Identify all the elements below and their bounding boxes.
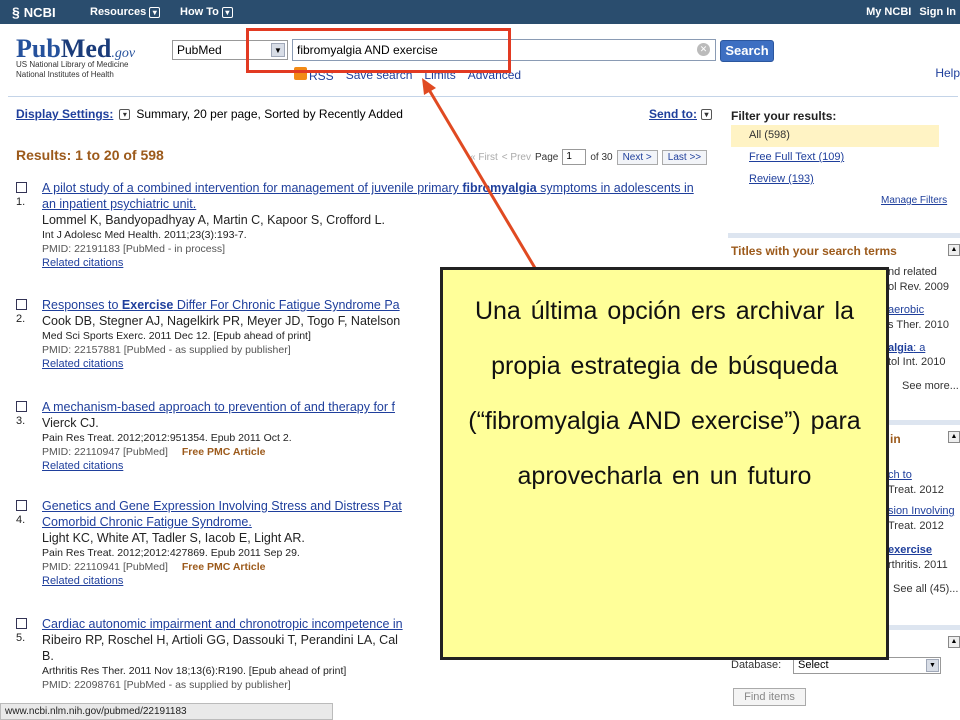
browser-status-bar: www.ncbi.nlm.nih.gov/pubmed/22191183 <box>0 703 333 720</box>
find-items-button[interactable]: Find items <box>733 688 806 706</box>
my-ncbi-link[interactable]: My NCBI <box>866 6 911 18</box>
sign-in-link[interactable]: Sign In <box>919 6 956 18</box>
page-number-input[interactable]: 1 <box>562 149 587 165</box>
first-page-link[interactable]: « First <box>470 152 498 163</box>
result-journal: Int J Adolesc Med Health. 2011;23(3):193… <box>42 229 247 241</box>
ncbi-logo[interactable]: § NCBI <box>12 4 56 20</box>
display-settings: Display Settings: ▾ Summary, 20 per page… <box>16 107 403 121</box>
result-checkbox[interactable] <box>16 182 27 193</box>
next-page-button[interactable]: Next > <box>616 149 658 165</box>
chevron-down-icon: ▾ <box>221 6 233 18</box>
chevron-down-icon: ▾ <box>149 6 161 18</box>
see-more-link[interactable]: See more... <box>902 380 959 392</box>
chevron-down-icon: ▾ <box>701 108 712 120</box>
result-journal: Arthritis Res Ther. 2011 Nov 18;13(6):R1… <box>42 665 347 677</box>
ncbi-topbar: § NCBI Resources ▾ How To ▾ My NCBI Sign… <box>0 0 960 24</box>
pager: « First < Prev Page 1 of 30 Next > Last … <box>470 149 708 165</box>
display-settings-link[interactable]: Display Settings: <box>16 107 113 121</box>
howto-menu[interactable]: How To ▾ <box>180 6 233 18</box>
collapse-up-icon[interactable]: ▲ <box>948 636 960 648</box>
result-title-link[interactable]: A pilot study of a combined intervention… <box>42 180 702 212</box>
chevron-down-icon[interactable]: ▾ <box>119 108 131 120</box>
results-heading: Results: 1 to 20 of 598 <box>16 147 164 163</box>
filter-all[interactable]: All (598) <box>731 125 939 147</box>
collapse-up-icon[interactable]: ▲ <box>948 244 960 256</box>
search-highlight-box <box>246 28 511 73</box>
filter-free-full-text[interactable]: Free Full Text (109) <box>749 151 844 163</box>
result-pmid: PMID: 22191183 [PubMed - in process] <box>42 243 226 255</box>
resources-menu[interactable]: Resources ▾ <box>90 6 161 18</box>
send-to-menu[interactable]: Send to: ▾ <box>649 107 712 121</box>
collapse-up-icon[interactable]: ▲ <box>948 431 960 443</box>
manage-filters-link[interactable]: Manage Filters <box>881 195 947 206</box>
result-checkbox[interactable] <box>16 401 27 412</box>
database-label: Database: <box>731 659 782 671</box>
divider <box>8 96 958 97</box>
nlm-caption: US National Library of Medicine National… <box>16 60 129 79</box>
filter-review[interactable]: Review (193) <box>749 173 814 185</box>
sidebar-separator <box>728 233 960 238</box>
chevron-down-icon: ▼ <box>926 659 939 672</box>
result-pmid: PMID: 22098761 [PubMed - as supplied by … <box>42 679 291 691</box>
result-checkbox[interactable] <box>16 618 27 629</box>
titles-heading: Titles with your search terms <box>731 244 897 258</box>
help-link[interactable]: Help <box>935 66 960 80</box>
display-settings-value: Summary, 20 per page, Sorted by Recently… <box>136 107 403 121</box>
see-all-link[interactable]: See all (45)... <box>893 583 958 595</box>
result-checkbox[interactable] <box>16 500 27 511</box>
free-pmc-article-label: Free PMC Article <box>181 446 266 458</box>
clear-search-icon[interactable]: ✕ <box>697 43 710 56</box>
result-authors: Lommel K, Bandyopadhyay A, Martin C, Kap… <box>42 213 385 227</box>
annotation-callout: Una última opción ers archivar la propia… <box>440 267 889 660</box>
filter-title: Filter your results: <box>731 109 837 123</box>
result-checkbox[interactable] <box>16 299 27 310</box>
ncbi-logo-icon: § <box>12 4 20 20</box>
prev-page-link[interactable]: < Prev <box>502 152 531 163</box>
search-button[interactable]: Search <box>720 40 774 62</box>
callout-text: Una última opción ers archivar la propia… <box>468 297 861 490</box>
last-page-button[interactable]: Last >> <box>661 149 708 165</box>
free-pmc-article-label: Free PMC Article <box>181 561 266 573</box>
